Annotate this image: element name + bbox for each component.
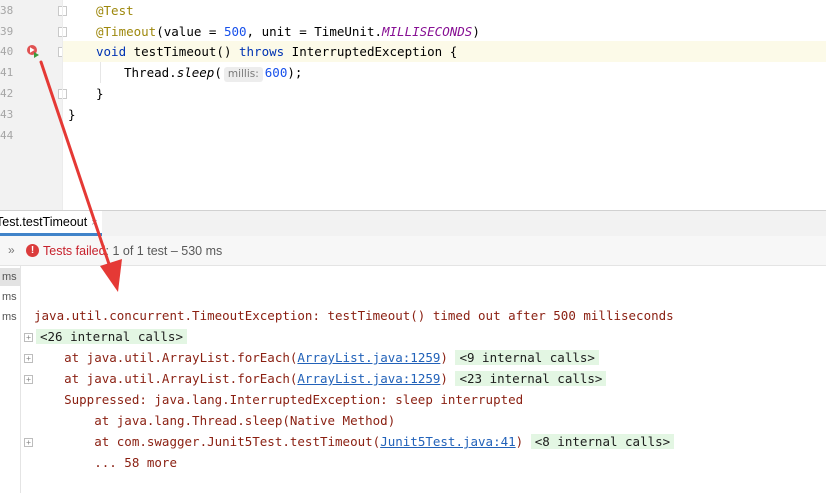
expand-icon[interactable]: +: [24, 354, 33, 363]
code-line-39[interactable]: @Timeout(value = 500, unit = TimeUnit.MI…: [68, 21, 480, 42]
frame-text: at java.util.ArrayList.forEach(: [34, 350, 298, 365]
code-token: , unit = TimeUnit.: [246, 24, 382, 39]
parameter-hint: millis:: [223, 67, 263, 82]
line-number: 39: [0, 25, 14, 38]
source-link[interactable]: ArrayList.java:1259: [297, 350, 440, 365]
code-token: Thread.: [124, 65, 177, 80]
tree-item[interactable]: ms: [0, 268, 20, 286]
sleep-method: sleep: [176, 65, 215, 80]
frame-text: ): [440, 371, 448, 386]
method-name: testTimeout(): [126, 44, 239, 59]
void-keyword: void: [96, 44, 127, 59]
test-tree-panel[interactable]: ms ms ms: [0, 266, 21, 493]
code-token: }: [68, 107, 76, 122]
suppressed-line: Suppressed: java.lang.InterruptedExcepti…: [34, 392, 524, 407]
code-token: ): [472, 24, 480, 39]
console-line: <26 internal calls>: [36, 326, 187, 347]
chevron-right-icon[interactable]: »: [8, 243, 15, 257]
expand-icon[interactable]: +: [24, 438, 33, 447]
line-number: 44: [0, 129, 14, 142]
stack-frame: at java.lang.Thread.sleep(Native Method): [34, 413, 396, 428]
code-line-42[interactable]: }: [68, 83, 104, 104]
internal-calls-fold[interactable]: <8 internal calls>: [530, 434, 675, 449]
internal-calls-fold[interactable]: <9 internal calls>: [455, 350, 599, 365]
test-status-text: Tests failed: 1 of 1 test – 530 ms: [43, 243, 222, 259]
tree-item[interactable]: ms: [0, 308, 20, 326]
timeout-value: 500: [223, 24, 247, 39]
exception-line: java.util.concurrent.TimeoutException: t…: [34, 308, 674, 323]
code-line-38[interactable]: @Test: [68, 0, 134, 21]
code-token: (value =: [156, 24, 224, 39]
code-line-40[interactable]: void testTimeout() throws InterruptedExc…: [68, 41, 457, 62]
sleep-value: 600: [264, 65, 288, 80]
more-frames-line: ... 58 more: [34, 455, 177, 470]
expand-icon[interactable]: +: [24, 333, 33, 342]
editor-gutter: 38 39 40 41 42 43 44: [0, 0, 67, 210]
run-test-failed-icon[interactable]: [26, 44, 40, 58]
gutter-divider: [62, 0, 63, 210]
error-icon: !: [26, 244, 39, 257]
test-summary: : 1 of 1 test – 530 ms: [105, 244, 223, 258]
code-line-43[interactable]: }: [68, 104, 76, 125]
frame-text: ): [515, 434, 524, 449]
code-token: }: [96, 86, 104, 101]
source-link[interactable]: Junit5Test.java:41: [380, 434, 515, 449]
internal-calls-fold[interactable]: <26 internal calls>: [36, 329, 187, 344]
frame-text: at java.util.ArrayList.forEach(: [34, 371, 298, 386]
stack-frame: at com.swagger.Junit5Test.testTimeout(Ju…: [34, 431, 675, 452]
time-unit-constant: MILLISECONDS: [382, 24, 473, 39]
run-tab-label: Test.testTimeout: [0, 215, 88, 229]
tests-failed-label: Tests failed: [43, 244, 106, 258]
stack-frame: at java.util.ArrayList.forEach(ArrayList…: [34, 347, 599, 368]
tab-run-test[interactable]: Test.testTimeout ×: [0, 211, 102, 236]
source-link[interactable]: ArrayList.java:1259: [297, 371, 440, 386]
code-line-41[interactable]: Thread.sleep(millis: 600);: [68, 62, 302, 83]
line-number: 42: [0, 87, 14, 100]
test-annotation: @Test: [96, 3, 134, 18]
code-token: InterruptedException {: [284, 44, 458, 59]
frame-text: at com.swagger.Junit5Test.testTimeout(: [34, 434, 381, 449]
line-number: 43: [0, 108, 14, 121]
close-icon[interactable]: ×: [91, 217, 97, 229]
expand-icon[interactable]: +: [24, 375, 33, 384]
tree-item[interactable]: ms: [0, 288, 20, 306]
code-token: (: [214, 65, 222, 80]
frame-text: ): [440, 350, 448, 365]
line-number: 40: [0, 45, 14, 58]
line-number: 41: [0, 66, 14, 79]
stack-frame: at java.util.ArrayList.forEach(ArrayList…: [34, 368, 607, 389]
code-token: );: [287, 65, 303, 80]
code-editor[interactable]: 38 39 40 41 42 43 44 @Test @Timeout(valu…: [0, 0, 826, 210]
run-tab-strip: [0, 210, 826, 236]
throws-keyword: throws: [239, 44, 285, 59]
internal-calls-fold[interactable]: <23 internal calls>: [455, 371, 607, 386]
line-number: 38: [0, 4, 14, 17]
timeout-annotation: @Timeout: [96, 24, 157, 39]
